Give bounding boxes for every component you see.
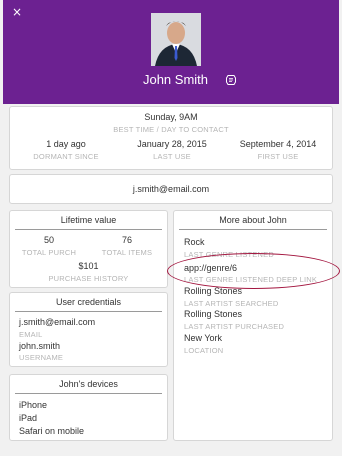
user-name: John Smith — [142, 72, 209, 87]
contact-summary-card: Sunday, 9AM BEST TIME / DAY TO CONTACT 1… — [9, 106, 333, 170]
location-label: LOCATION — [184, 346, 224, 355]
close-icon[interactable]: × — [12, 6, 22, 18]
more-about-title: More about John — [179, 211, 327, 230]
first-use-label: FIRST USE — [257, 152, 299, 161]
dormant-since-label: DORMANT SINCE — [33, 152, 99, 161]
chip-icon[interactable] — [225, 74, 237, 86]
total-purch-value: 50 — [43, 235, 54, 245]
email-link[interactable]: j.smith@email.com — [10, 184, 332, 194]
genre-deep-link-value[interactable]: app://genre/6 — [184, 263, 237, 273]
user-credentials-card: User credentials j.smith@email.com EMAIL… — [9, 292, 168, 367]
user-credentials-title: User credentials — [15, 293, 162, 312]
genre-deep-link-label: LAST GENRE LISTENED DEEP LINK — [184, 275, 318, 284]
avatar — [151, 13, 201, 66]
credential-email-value: j.smith@email.com — [19, 317, 96, 327]
location-value: New York — [184, 333, 223, 343]
credential-username-label: USERNAME — [19, 353, 64, 362]
profile-header: × John Smith — [3, 0, 339, 104]
total-purch-label: TOTAL PURCH — [21, 248, 77, 257]
lifetime-value-card: Lifetime value 50 TOTAL PURCH 76 TOTAL I… — [9, 210, 168, 288]
lifetime-value-title: Lifetime value — [15, 211, 162, 230]
last-artist-purchased-value: Rolling Stones — [184, 309, 243, 319]
device-item: iPad — [19, 413, 38, 423]
more-about-card: More about John Rock LAST GENRE LISTENED… — [173, 210, 333, 441]
email-card: j.smith@email.com — [9, 174, 333, 204]
devices-title: John's devices — [15, 375, 162, 394]
last-genre-label: LAST GENRE LISTENED — [184, 250, 274, 259]
credential-email-label: EMAIL — [19, 330, 43, 339]
best-time-value: Sunday, 9AM — [144, 112, 198, 122]
last-use-value: January 28, 2015 — [137, 139, 207, 149]
total-items-value: 76 — [121, 235, 132, 245]
first-use-value: September 4, 2014 — [239, 139, 317, 149]
credential-username-value: john.smith — [19, 341, 61, 351]
last-artist-searched-value: Rolling Stones — [184, 286, 243, 296]
device-item: Safari on mobile — [19, 426, 85, 436]
purchase-history-value: $101 — [78, 261, 99, 271]
devices-card: John's devices iPhone iPad Safari on mob… — [9, 374, 168, 441]
total-items-label: TOTAL ITEMS — [101, 248, 153, 257]
last-genre-value: Rock — [184, 237, 205, 247]
last-use-label: LAST USE — [153, 152, 191, 161]
dormant-since-value: 1 day ago — [46, 139, 86, 149]
last-artist-purchased-label: LAST ARTIST PURCHASED — [184, 322, 285, 331]
last-artist-searched-label: LAST ARTIST SEARCHED — [184, 299, 279, 308]
purchase-history-label: PURCHASE HISTORY — [48, 274, 129, 283]
best-time-label: BEST TIME / DAY TO CONTACT — [113, 125, 229, 134]
device-item: iPhone — [19, 400, 48, 410]
